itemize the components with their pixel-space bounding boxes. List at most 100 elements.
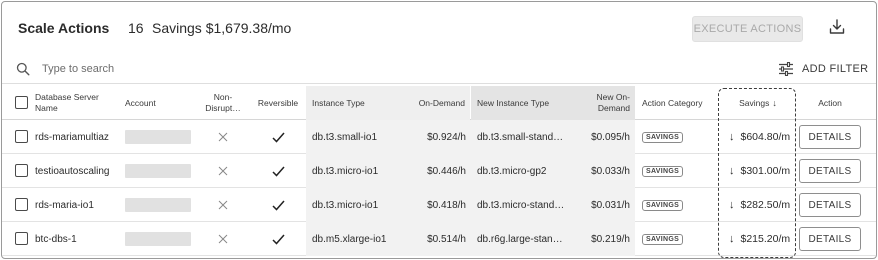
new-on-demand-cost: $0.033/h (585, 154, 635, 188)
down-arrow-icon: ↓ (729, 199, 735, 211)
row-checkbox[interactable] (15, 232, 28, 245)
table-row: testioautoscaling db.t3.micro-io1 $0.446… (2, 154, 876, 188)
on-demand-cost: $0.418/h (404, 188, 471, 222)
new-on-demand-cost: $0.095/h (585, 120, 635, 154)
reversible-check-icon (252, 120, 304, 154)
reversible-check-icon (252, 154, 304, 188)
col-header-non-disruptive[interactable]: Non-Disrupt… (200, 86, 246, 120)
panel-header: Scale Actions 16 Savings $1,679.38/mo EX… (2, 2, 876, 52)
details-cell: DETAILS (798, 120, 862, 154)
account-cell (125, 222, 195, 256)
new-on-demand-cost: $0.219/h (585, 222, 635, 256)
server-name: testioautoscaling (35, 165, 110, 177)
account-cell (125, 188, 195, 222)
down-arrow-icon: ↓ (729, 233, 735, 245)
server-name: rds-maria-io1 (35, 199, 94, 211)
savings-cell: ↓ $604.80/m (729, 120, 793, 154)
account-cell (125, 120, 195, 154)
non-disruptive-x-icon (200, 188, 246, 222)
details-button[interactable]: DETAILS (799, 227, 861, 251)
search-bar: ADD FILTER (2, 54, 876, 84)
down-arrow-icon: ↓ (729, 131, 735, 143)
action-count: 16 (128, 20, 144, 36)
account-redacted (125, 164, 191, 178)
scale-actions-panel: Scale Actions 16 Savings $1,679.38/mo EX… (1, 1, 877, 259)
col-header-instance-type[interactable]: Instance Type (306, 86, 404, 120)
col-header-on-demand[interactable]: On-Demand (404, 86, 470, 120)
row-checkbox[interactable] (15, 130, 28, 143)
non-disruptive-x-icon (200, 120, 246, 154)
add-filter-label: ADD FILTER (802, 63, 869, 75)
new-instance-type: db.r6g.large-stan… (471, 222, 585, 256)
reversible-check-icon (252, 222, 304, 256)
table-header: Database Server Name Account Non-Disrupt… (2, 86, 876, 120)
savings-cell: ↓ $282.50/m (729, 188, 793, 222)
server-name: btc-dbs-1 (35, 233, 77, 245)
col-header-action-category[interactable]: Action Category (642, 86, 718, 120)
row-checkbox[interactable] (15, 164, 28, 177)
on-demand-cost: $0.446/h (404, 154, 471, 188)
details-button[interactable]: DETAILS (799, 159, 861, 183)
account-redacted (125, 232, 191, 246)
panel-title: Scale Actions (18, 20, 110, 36)
account-redacted (125, 130, 191, 144)
search-icon (16, 62, 30, 76)
non-disruptive-x-icon (200, 222, 246, 256)
savings-value: $215.20/m (740, 233, 791, 245)
details-cell: DETAILS (798, 154, 862, 188)
col-header-savings[interactable]: Savings ↓ (720, 86, 796, 120)
sort-down-arrow-icon: ↓ (772, 97, 777, 108)
filter-sliders-icon (779, 62, 793, 76)
new-on-demand-cost: $0.031/h (585, 188, 635, 222)
details-button[interactable]: DETAILS (799, 193, 861, 217)
details-cell: DETAILS (798, 222, 862, 256)
savings-value: $282.50/m (740, 199, 791, 211)
action-category-cell: SAVINGS (642, 222, 718, 256)
savings-cell: ↓ $301.00/m (729, 154, 793, 188)
savings-badge: SAVINGS (642, 131, 684, 143)
instance-type: db.t3.small-io1 (306, 120, 404, 154)
row-checkbox[interactable] (15, 198, 28, 211)
details-cell: DETAILS (798, 188, 862, 222)
col-header-new-instance-type[interactable]: New Instance Type (471, 86, 585, 120)
on-demand-cost: $0.514/h (404, 222, 471, 256)
savings-badge: SAVINGS (642, 165, 684, 177)
table-row: btc-dbs-1 db.m5.xlarge-io1 $0.514/h db.r… (2, 222, 876, 256)
col-header-account[interactable]: Account (125, 86, 185, 120)
savings-value: $301.00/m (740, 165, 791, 177)
add-filter-button[interactable]: ADD FILTER (778, 61, 868, 77)
col-header-name[interactable]: Database Server Name (35, 86, 115, 120)
action-category-cell: SAVINGS (642, 120, 718, 154)
savings-badge: SAVINGS (642, 199, 684, 211)
instance-type: db.t3.micro-io1 (306, 188, 404, 222)
execute-actions-button[interactable]: EXECUTE ACTIONS (692, 16, 803, 42)
new-instance-type: db.t3.small-stand… (471, 120, 585, 154)
search-input[interactable] (42, 59, 342, 79)
table-row: rds-maria-io1 db.t3.micro-io1 $0.418/h d… (2, 188, 876, 222)
action-category-cell: SAVINGS (642, 154, 718, 188)
download-icon[interactable] (828, 18, 846, 36)
non-disruptive-x-icon (200, 154, 246, 188)
instance-type: db.m5.xlarge-io1 (306, 222, 404, 256)
instance-type: db.t3.micro-io1 (306, 154, 404, 188)
col-header-new-on-demand[interactable]: New On-Demand (585, 86, 635, 120)
action-category-cell: SAVINGS (642, 188, 718, 222)
total-savings: Savings $1,679.38/mo (152, 20, 292, 36)
savings-value: $604.80/m (740, 131, 791, 143)
col-header-action: Action (818, 97, 842, 108)
reversible-check-icon (252, 188, 304, 222)
new-instance-type: db.t3.micro-stand… (471, 188, 585, 222)
select-all-checkbox[interactable] (15, 96, 28, 109)
server-name: rds-mariamultiaz (35, 131, 109, 143)
savings-header-label: Savings (739, 97, 770, 108)
savings-cell: ↓ $215.20/m (729, 222, 793, 256)
account-cell (125, 154, 195, 188)
savings-badge: SAVINGS (642, 233, 684, 245)
down-arrow-icon: ↓ (729, 165, 735, 177)
on-demand-cost: $0.924/h (404, 120, 471, 154)
col-header-reversible[interactable]: Reversible (252, 86, 304, 120)
new-instance-type: db.t3.micro-gp2 (471, 154, 585, 188)
account-redacted (125, 198, 191, 212)
table-row: rds-mariamultiaz db.t3.small-io1 $0.924/… (2, 120, 876, 154)
details-button[interactable]: DETAILS (799, 125, 861, 149)
